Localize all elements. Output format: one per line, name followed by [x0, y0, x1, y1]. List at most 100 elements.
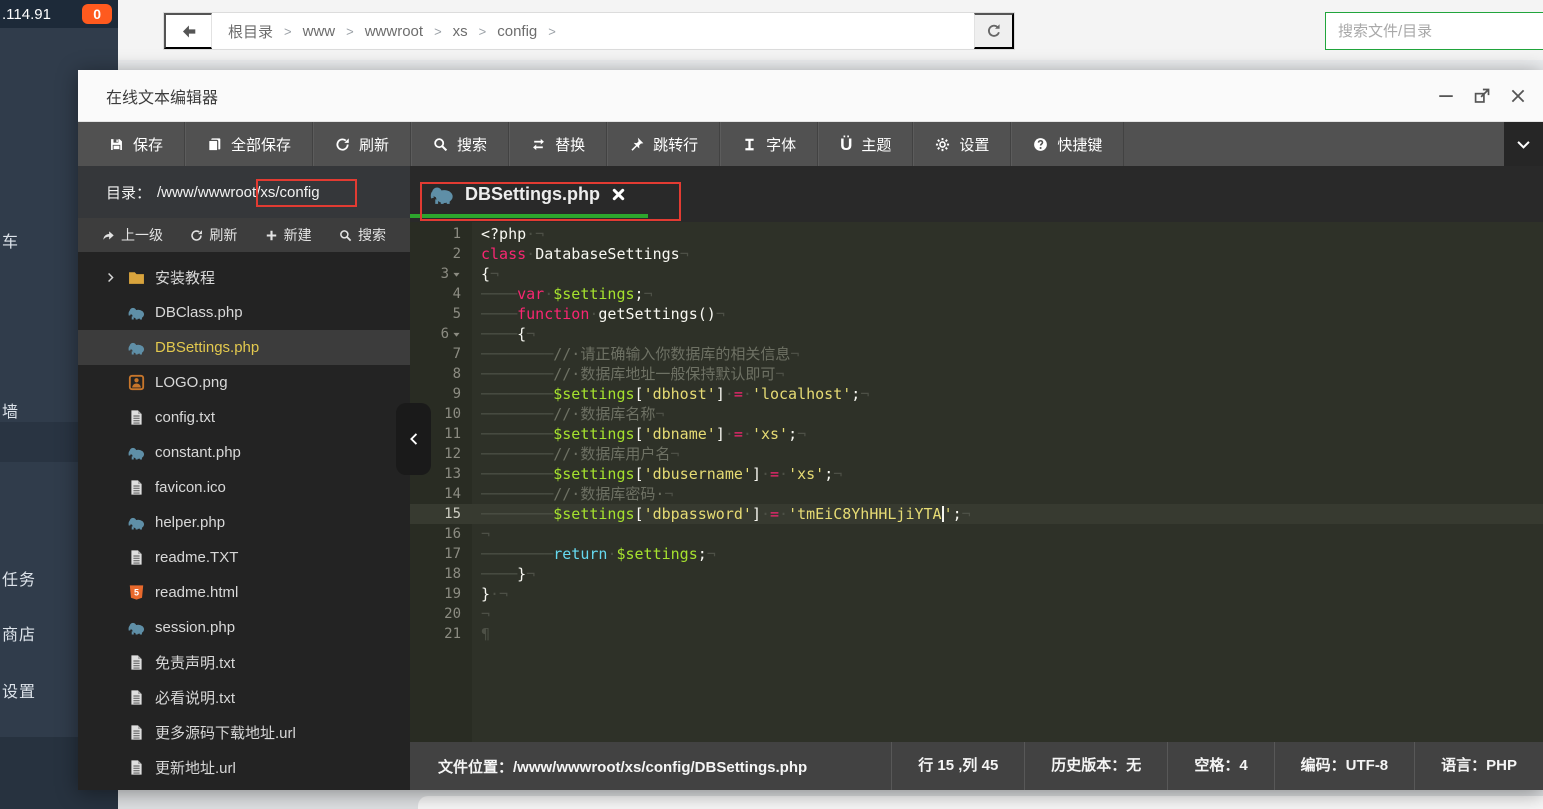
tree-item[interactable]: 必看说明.txt: [78, 680, 410, 715]
statusbar-cell[interactable]: 空格：4: [1167, 742, 1273, 790]
minimize-button[interactable]: [1437, 87, 1455, 105]
sidebar-item[interactable]: 任务: [2, 566, 36, 590]
sidebar-item[interactable]: 墙: [2, 398, 19, 422]
toolbar-save-all-button[interactable]: 全部保存: [185, 122, 313, 166]
code-line[interactable]: 7────────//·请正确输入你数据库的相关信息¬: [410, 344, 1543, 364]
tree-toolbar-refresh-button[interactable]: 刷新: [190, 225, 237, 245]
code-line[interactable]: 3{¬: [410, 264, 1543, 284]
tree-item[interactable]: DBSettings.php: [78, 330, 410, 365]
toolbar-goto-line-button[interactable]: 跳转行: [607, 122, 720, 166]
tree-item[interactable]: 免责声明.txt: [78, 645, 410, 680]
code-line[interactable]: 6────{¬: [410, 324, 1543, 344]
window-controls: [1437, 87, 1543, 105]
tab-close-icon[interactable]: [611, 187, 626, 202]
tree-toolbar-up-button[interactable]: 上一级: [102, 225, 163, 245]
back-button[interactable]: [164, 13, 212, 49]
toolbar-replace-button[interactable]: 替换: [509, 122, 607, 166]
chevron-right-icon[interactable]: [105, 270, 121, 286]
statusbar-cell[interactable]: 语言：PHP: [1414, 742, 1543, 790]
tree-item[interactable]: LOGO.png: [78, 365, 410, 400]
search-icon: [339, 229, 352, 242]
tree-toolbar-new-button[interactable]: 新建: [265, 225, 312, 245]
code-editor[interactable]: 1<?php·¬2class·DatabaseSettings¬3{¬4────…: [410, 222, 1543, 742]
chevron-spacer: [105, 480, 121, 496]
maximize-icon: [1473, 87, 1491, 105]
code-line[interactable]: 19}·¬: [410, 584, 1543, 604]
fold-caret-icon[interactable]: [452, 330, 461, 339]
tree-item[interactable]: helper.php: [78, 505, 410, 540]
tree-item[interactable]: config.txt: [78, 400, 410, 435]
line-number: 3: [410, 264, 472, 284]
search-input[interactable]: [1325, 12, 1543, 50]
code-line[interactable]: 16¬: [410, 524, 1543, 544]
tree-item[interactable]: constant.php: [78, 435, 410, 470]
code-line[interactable]: 21¶: [410, 624, 1543, 644]
tree-item[interactable]: 更新地址.url: [78, 750, 410, 785]
tab-label: DBSettings.php: [465, 184, 600, 205]
code-line[interactable]: 18────}¬: [410, 564, 1543, 584]
toolbar-settings-button[interactable]: 设置: [913, 122, 1011, 166]
code-line[interactable]: 4────var·$settings;¬: [410, 284, 1543, 304]
notification-badge[interactable]: 0: [82, 4, 112, 24]
code-line[interactable]: 13────────$settings['dbusername']·=·'xs'…: [410, 464, 1543, 484]
tree-item[interactable]: DBClass.php: [78, 295, 410, 330]
toolbar-hotkeys-button[interactable]: 快捷键: [1011, 122, 1124, 166]
collapse-tree-button[interactable]: [396, 403, 431, 475]
tree-item[interactable]: session.php: [78, 610, 410, 645]
code-line[interactable]: 2class·DatabaseSettings¬: [410, 244, 1543, 264]
code-line[interactable]: 15────────$settings['dbpassword']·=·'tmE…: [410, 504, 1543, 524]
toolbar-label: 替换: [555, 134, 585, 155]
line-number: 2: [410, 244, 472, 264]
toolbar-save-button[interactable]: 保存: [88, 122, 185, 166]
doc-icon: [128, 689, 145, 706]
breadcrumb-item[interactable]: config: [497, 23, 537, 40]
code-line[interactable]: 20¬: [410, 604, 1543, 624]
code-line[interactable]: 14────────//·数据库密码·¬: [410, 484, 1543, 504]
tree-item[interactable]: readme.TXT: [78, 540, 410, 575]
statusbar-cell[interactable]: 编码：UTF-8: [1274, 742, 1415, 790]
toolbar-search-button[interactable]: 搜索: [411, 122, 509, 166]
code-line[interactable]: 5────function·getSettings()¬: [410, 304, 1543, 324]
tree-toolbar-label: 刷新: [209, 225, 237, 245]
refresh-path-button[interactable]: [974, 13, 1014, 49]
toolbar-label: 保存: [133, 134, 163, 155]
tree-item[interactable]: 5readme.html: [78, 575, 410, 610]
reload-icon: [986, 23, 1002, 39]
fold-caret-icon[interactable]: [452, 270, 461, 279]
toolbar-refresh-button[interactable]: 刷新: [313, 122, 411, 166]
breadcrumb-item[interactable]: www: [303, 23, 336, 40]
statusbar-cell[interactable]: 历史版本：无: [1024, 742, 1167, 790]
code-lines: 1<?php·¬2class·DatabaseSettings¬3{¬4────…: [410, 224, 1543, 644]
file-name: DBSettings.php: [155, 339, 259, 356]
tree-item[interactable]: favicon.ico: [78, 470, 410, 505]
tree-item[interactable]: 安装教程: [78, 260, 410, 295]
statusbar-cell[interactable]: 行 15 ,列 45: [891, 742, 1024, 790]
code-line[interactable]: 12────────//·数据库用户名¬: [410, 444, 1543, 464]
sidebar-item[interactable]: 设置: [2, 678, 36, 702]
code-line[interactable]: 10────────//·数据库名称¬: [410, 404, 1543, 424]
sidebar-item[interactable]: 商店: [2, 621, 36, 645]
toolbar-theme-button[interactable]: Ü主题: [818, 122, 913, 166]
maximize-button[interactable]: [1473, 87, 1491, 105]
line-number: 21: [410, 624, 472, 644]
line-content: ────────$settings['dbhost']·=·'localhost…: [472, 384, 869, 404]
sidebar-item[interactable]: 车: [2, 228, 19, 252]
hotkey-icon: [1033, 137, 1048, 152]
code-line[interactable]: 11────────$settings['dbname']·=·'xs';¬: [410, 424, 1543, 444]
code-line[interactable]: 17────────return·$settings;¬: [410, 544, 1543, 564]
code-line[interactable]: 1<?php·¬: [410, 224, 1543, 244]
close-button[interactable]: [1509, 87, 1527, 105]
breadcrumb-item[interactable]: 根目录: [228, 21, 273, 42]
html-icon: 5: [128, 584, 145, 601]
code-line[interactable]: 9────────$settings['dbhost']·=·'localhos…: [410, 384, 1543, 404]
code-line[interactable]: 8────────//·数据库地址一般保持默认即可¬: [410, 364, 1543, 384]
line-content: ────────$settings['dbname']·=·'xs';¬: [472, 424, 806, 444]
breadcrumb-item[interactable]: wwwroot: [365, 23, 423, 40]
breadcrumb-item[interactable]: xs: [453, 23, 468, 40]
tree-toolbar-search-button[interactable]: 搜索: [339, 225, 386, 245]
tree-item[interactable]: 更多源码下载地址.url: [78, 715, 410, 750]
toolbar-font-button[interactable]: 字体: [720, 122, 818, 166]
line-number: 20: [410, 604, 472, 624]
toolbar-overflow-button[interactable]: [1504, 122, 1543, 166]
chevron-spacer: [105, 760, 121, 776]
